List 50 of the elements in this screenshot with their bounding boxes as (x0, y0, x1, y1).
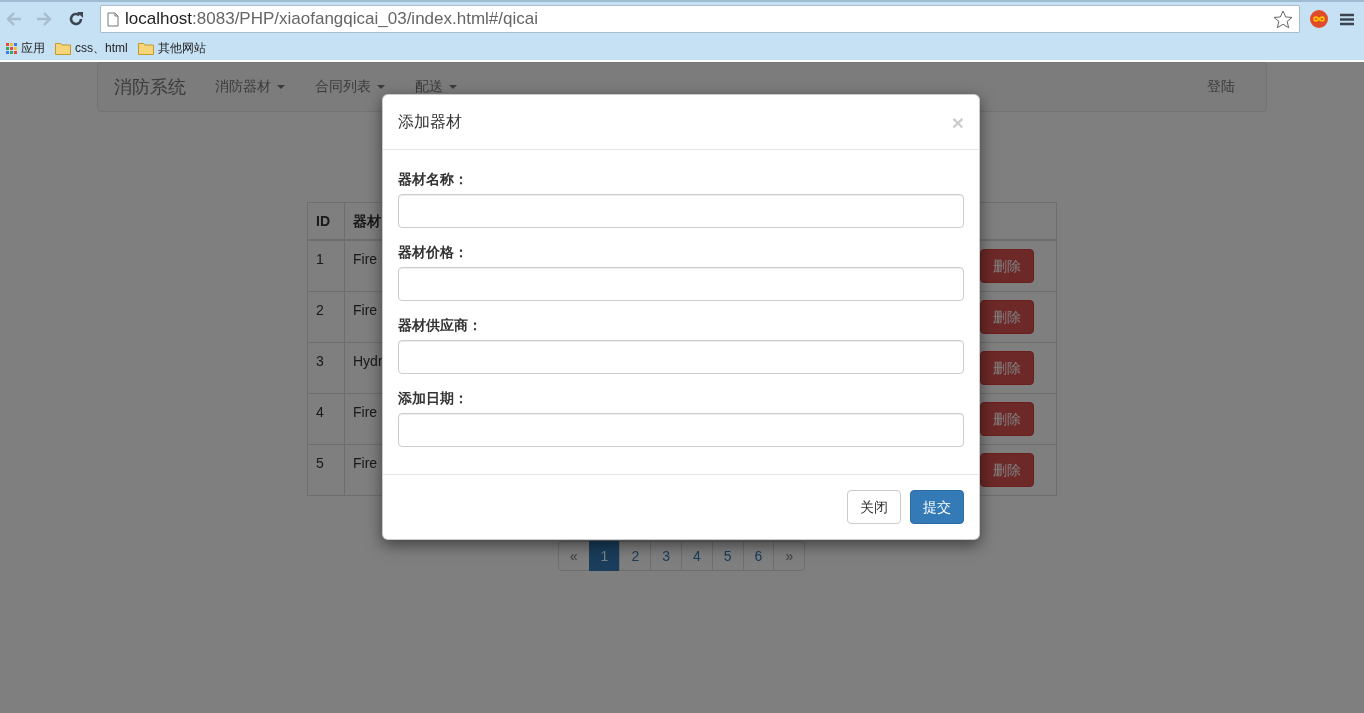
delete-button[interactable]: 删除 (980, 351, 1034, 385)
page-icon (107, 11, 119, 27)
page-link[interactable]: 4 (681, 541, 713, 571)
nav-menu[interactable]: 配送 (400, 78, 472, 96)
bookmark-link[interactable]: css、html (75, 39, 128, 57)
input-field[interactable] (398, 413, 964, 447)
folder-icon (55, 41, 71, 55)
login-link[interactable]: 登陆 (1191, 78, 1251, 96)
nav-menu[interactable]: 消防器材 (200, 78, 300, 96)
page-link[interactable]: 3 (650, 541, 682, 571)
input-field[interactable] (398, 340, 964, 374)
folder-icon (137, 41, 154, 55)
brand-link[interactable]: 消防系统 (114, 75, 186, 99)
field-label: 添加日期： (398, 389, 469, 407)
next-page-link[interactable]: » (773, 541, 806, 571)
nav-menu[interactable]: 合同列表 (300, 78, 400, 96)
table-cell: 4 (307, 393, 345, 445)
field-label: 器材名称： (398, 170, 469, 188)
delete-button[interactable]: 删除 (980, 453, 1034, 487)
delete-button[interactable]: 删除 (980, 402, 1034, 436)
reload-icon[interactable] (68, 11, 84, 27)
page-link[interactable]: 5 (711, 541, 744, 571)
table-cell: 3 (307, 342, 345, 394)
apps-icon (6, 42, 17, 54)
table-cell: 5 (307, 444, 345, 496)
modal-title: 添加器材 (398, 111, 462, 132)
submit-button[interactable]: 提交 (910, 490, 964, 524)
bookmark-link[interactable]: 其他网站 (157, 39, 206, 57)
input-field[interactable] (398, 194, 964, 228)
column-header: ID (307, 202, 345, 240)
input-field[interactable] (398, 267, 964, 301)
delete-button[interactable]: 删除 (980, 300, 1034, 334)
table-cell: 2 (307, 291, 345, 343)
page-link[interactable]: 6 (742, 541, 775, 571)
menu-icon[interactable] (1340, 12, 1354, 26)
bookmark-link[interactable]: 应用 (21, 39, 45, 57)
delete-button[interactable]: 删除 (980, 249, 1034, 283)
address-bar[interactable]: localhost:8083/PHP/xiaofangqicai_03/index.html#/qicai (100, 5, 1300, 33)
close-dialog-button[interactable]: 关闭 (847, 490, 901, 524)
star-icon[interactable] (1273, 9, 1293, 29)
extension-icon[interactable] (1310, 10, 1328, 28)
forward-icon[interactable] (36, 12, 52, 26)
page-link[interactable]: 1 (588, 541, 621, 571)
close-button[interactable]: × (951, 111, 964, 133)
page-link[interactable]: 2 (619, 541, 652, 571)
field-label: 器材供应商： (398, 316, 483, 334)
back-icon[interactable] (6, 12, 22, 26)
previous-page-link[interactable]: « (557, 541, 590, 571)
field-label: 器材价格： (398, 243, 469, 261)
table-cell: 1 (307, 240, 345, 292)
